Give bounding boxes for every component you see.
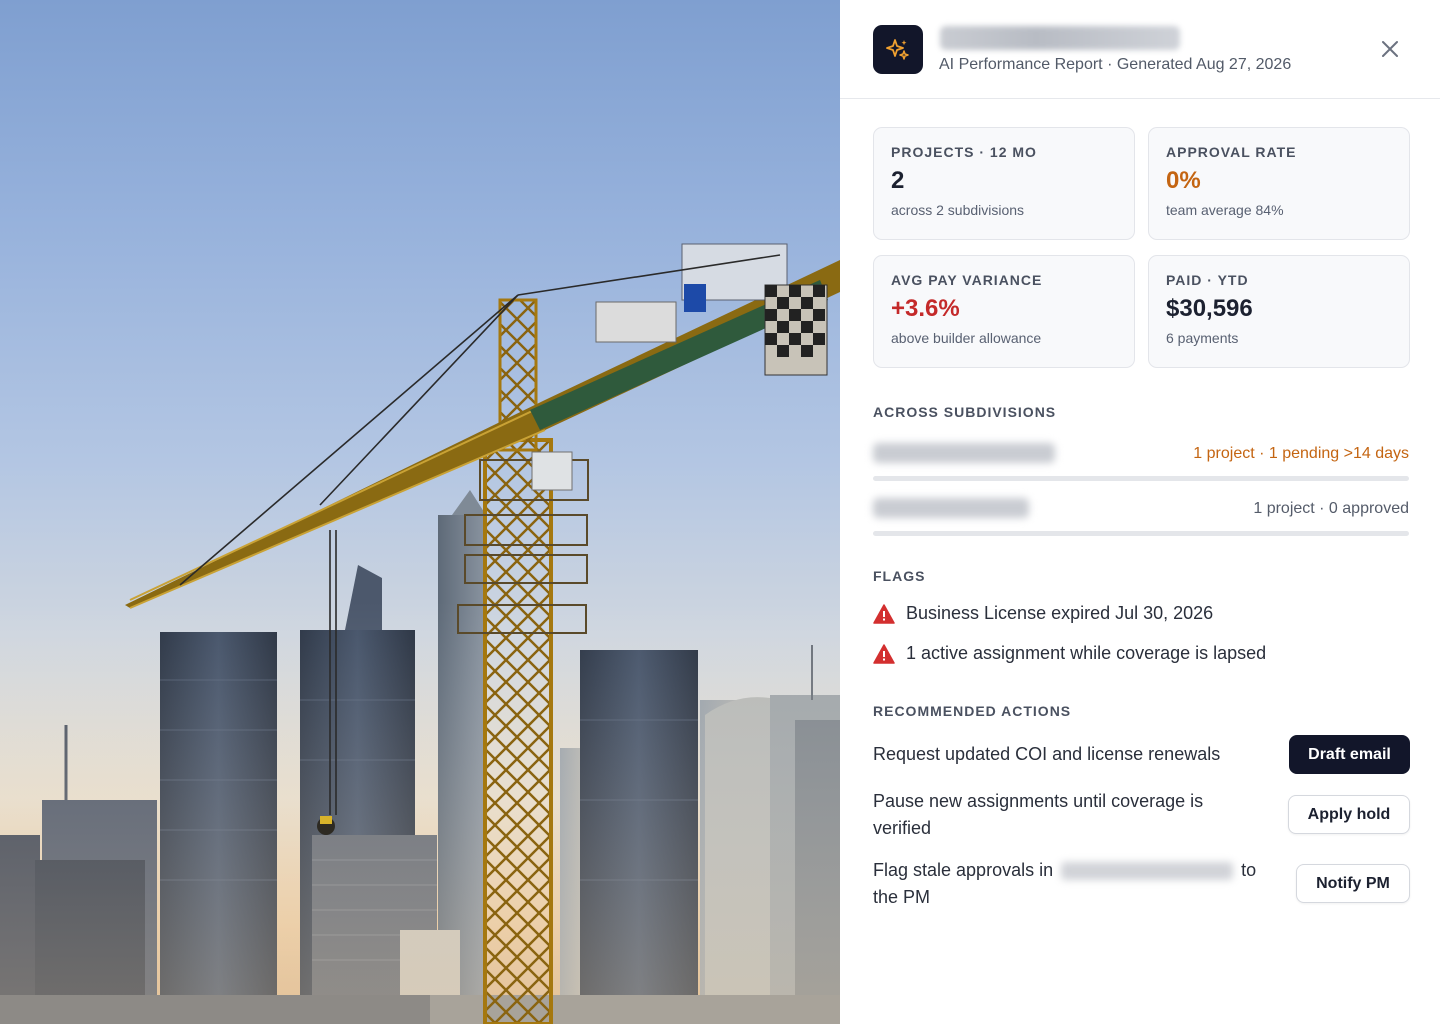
stat-value: 0% [1166, 167, 1201, 194]
report-subtitle: AI Performance Report · Generated Aug 27… [939, 56, 1292, 73]
subdivision-name-redacted [873, 443, 1055, 463]
flags-heading: FLAGS [873, 568, 926, 584]
action-text-line: Pause new assignments until coverage is [873, 791, 1204, 811]
stat-label: APPROVAL RATE [1166, 144, 1297, 160]
stat-card-pay-variance: AVG PAY VARIANCE +3.6% above builder all… [873, 255, 1135, 368]
ai-report-panel: AI Performance Report · Generated Aug 27… [840, 0, 1440, 1024]
stat-card-projects: PROJECTS · 12 MO 2 across 2 subdivisions [873, 127, 1135, 240]
flag-text: 1 active assignment while coverage is la… [906, 643, 1267, 663]
stat-value: $30,596 [1166, 295, 1253, 322]
flag-item: Business License expired Jul 30, 2026 [873, 603, 1213, 624]
report-header: AI Performance Report · Generated Aug 27… [840, 0, 1440, 99]
action-text-line: the PM [873, 887, 931, 907]
subdivision-progress-bar [873, 531, 1409, 536]
close-button[interactable] [1376, 35, 1404, 63]
photo-illustration [0, 243, 840, 1024]
action-text: Pause new assignments until coverage is … [873, 788, 1273, 842]
warning-triangle-icon [873, 603, 895, 624]
stat-value: 2 [891, 167, 905, 194]
flag-item: 1 active assignment while coverage is la… [873, 643, 1266, 664]
notify-pm-button[interactable]: Notify PM [1296, 864, 1410, 903]
stat-card-approval-rate: APPROVAL RATE 0% team average 84% [1148, 127, 1410, 240]
stat-card-paid-ytd: PAID · YTD $30,596 6 payments [1148, 255, 1410, 368]
stat-note: across 2 subdivisions [891, 202, 1025, 218]
construction-crane-skyline-photo [0, 0, 840, 1024]
action-text-line: Flag stale approvals in [873, 860, 1054, 880]
action-text-line: verified [873, 818, 932, 838]
action-text-line: to [1241, 860, 1257, 880]
apply-hold-button[interactable]: Apply hold [1288, 795, 1410, 834]
subdivision-meta: 1 project · 0 approved [1253, 500, 1409, 517]
flag-text: Business License expired Jul 30, 2026 [906, 603, 1214, 623]
subdivision-name-redacted [873, 498, 1029, 518]
ai-sparkle-logo [873, 25, 923, 74]
stat-label: AVG PAY VARIANCE [891, 272, 1043, 288]
draft-email-button[interactable]: Draft email [1289, 735, 1410, 774]
subdivision-meta: 1 project · 1 pending >14 days [1193, 445, 1409, 462]
company-name-redacted [940, 26, 1180, 50]
subdivision-name-redacted [1061, 862, 1234, 881]
stat-note: 6 payments [1166, 330, 1239, 346]
action-text: Request updated COI and license renewals [873, 744, 1221, 764]
stat-note: above builder allowance [891, 330, 1042, 346]
warning-triangle-icon [873, 643, 895, 664]
subdivision-progress-bar [873, 476, 1409, 481]
action-text: Flag stale approvals in to the PM [873, 857, 1293, 911]
subdivisions-heading: ACROSS SUBDIVISIONS [873, 404, 1057, 420]
stat-note: team average 84% [1166, 202, 1284, 218]
stat-label: PROJECTS · 12 MO [891, 144, 1037, 160]
recommended-actions-heading: RECOMMENDED ACTIONS [873, 703, 1072, 719]
stat-label: PAID · YTD [1166, 272, 1249, 288]
close-icon [1382, 41, 1398, 57]
subdivision-row[interactable]: 1 project · 0 approved [873, 495, 1409, 539]
subdivision-row[interactable]: 1 project · 1 pending >14 days [873, 440, 1409, 484]
sparkle-icon [886, 38, 909, 60]
stat-value: +3.6% [891, 295, 960, 322]
